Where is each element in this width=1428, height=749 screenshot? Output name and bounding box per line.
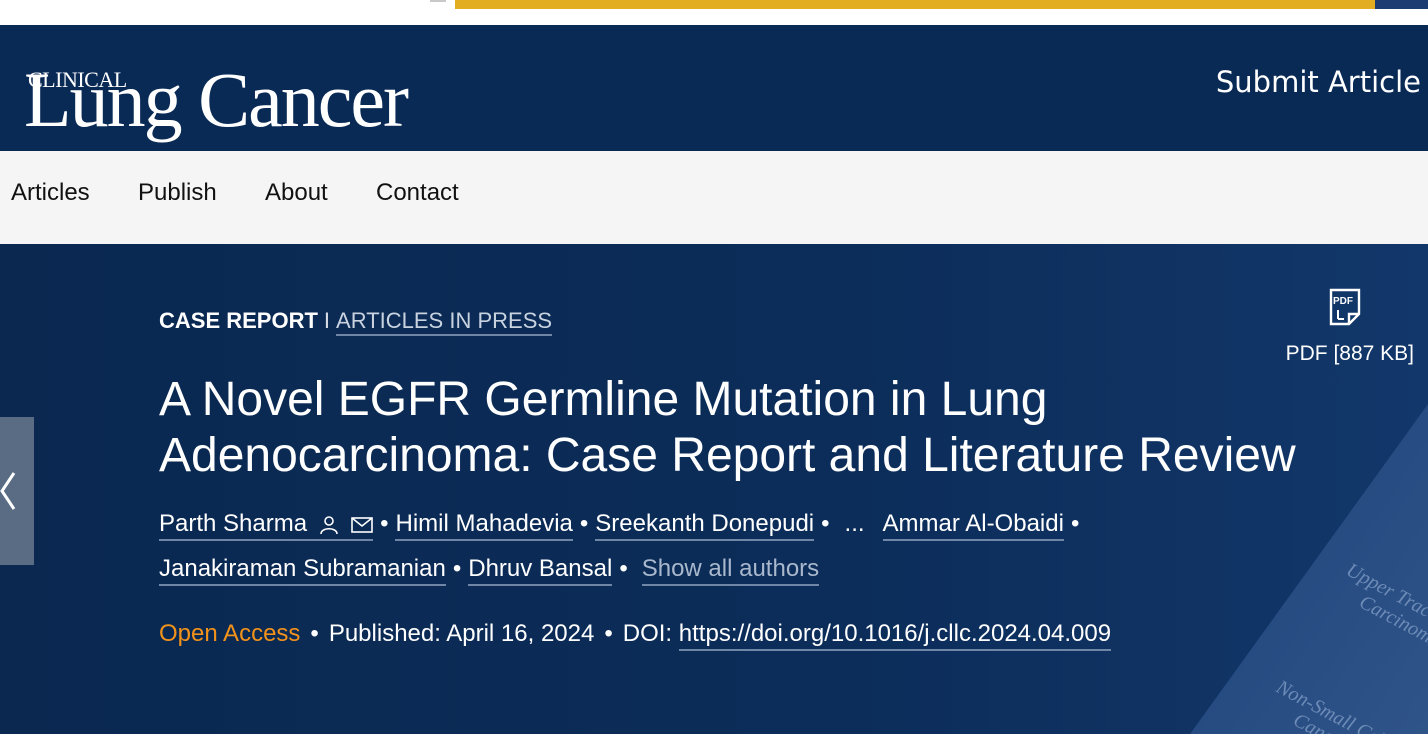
author-link[interactable]: Janakiraman Subramanian: [159, 555, 446, 586]
article-title: A Novel EGFR Germline Mutation in Lung A…: [159, 373, 1296, 482]
author-separator: •: [1070, 510, 1080, 537]
articles-in-press-link[interactable]: ARTICLES IN PRESS: [336, 308, 553, 336]
chevron-left-icon: [0, 472, 16, 510]
journal-logo[interactable]: CLINICAL Lung Cancer: [14, 47, 409, 139]
main-nav: Articles Publish About Contact: [0, 151, 1428, 244]
show-all-authors-link[interactable]: Show all authors: [641, 555, 820, 586]
nav-item-about[interactable]: About: [265, 179, 328, 207]
author-name: Parth Sharma: [159, 510, 308, 537]
author-separator: •: [821, 510, 830, 537]
author-link[interactable]: Parth Sharma: [159, 510, 374, 541]
article-category: CASE REPORT I ARTICLES IN PRESS: [159, 308, 553, 336]
pdf-icon-text: PDF: [1333, 296, 1353, 307]
mail-icon: [351, 517, 373, 534]
publish-date: Published: April 16, 2024: [328, 620, 595, 647]
doi-label: DOI:: [622, 620, 673, 647]
ad-banner[interactable]: [455, 0, 1375, 9]
meta-separator: •: [310, 620, 319, 647]
author-link[interactable]: Ammar Al-Obaidi: [882, 510, 1064, 541]
author-separator: •: [380, 510, 389, 537]
previous-article-button[interactable]: [0, 417, 34, 565]
logo-large-text: Lung Cancer: [24, 56, 409, 143]
meta-separator: •: [604, 620, 613, 647]
person-icon: [320, 516, 338, 535]
article-header: Upper Tract Carcinoma, Non-Small Cell Lu…: [0, 244, 1428, 734]
page-below: [0, 734, 1428, 749]
journal-header: CLINICAL Lung Cancer Submit Article: [0, 25, 1428, 151]
submit-article-link[interactable]: Submit Article: [1216, 65, 1421, 99]
author-contact-icons: [319, 511, 373, 539]
nav-item-publish[interactable]: Publish: [138, 179, 217, 207]
author-list-line-2: Janakiraman Subramanian • Dhruv Bansal • Sho…: [159, 555, 820, 586]
author-link[interactable]: Himil Mahadevia: [395, 510, 573, 541]
open-access-label: Open Access: [159, 620, 301, 647]
article-type: CASE REPORT: [159, 308, 318, 333]
authors-ellipsis: ...: [844, 510, 865, 537]
author-list-line-1: Parth Sharma • Himil Mahadevia • Sreekanth D…: [159, 510, 1086, 541]
doi-link[interactable]: https://doi.org/10.1016/j.cllc.2024.04.0…: [678, 620, 1112, 651]
author-separator: •: [452, 555, 462, 582]
nav-item-articles[interactable]: Articles: [11, 179, 90, 207]
author-separator: •: [619, 555, 628, 582]
author-link[interactable]: Dhruv Bansal: [468, 555, 613, 586]
article-meta: Open Access • Published: April 16, 2024 • DO…: [159, 620, 1112, 651]
author-link[interactable]: Sreekanth Donepudi: [595, 510, 815, 541]
nav-item-contact[interactable]: Contact: [376, 179, 459, 207]
ad-banner-end[interactable]: [1375, 0, 1428, 9]
category-separator: I: [323, 308, 331, 333]
pdf-download-button[interactable]: PDF PDF [887 KB]: [1274, 288, 1414, 374]
strip-mark: [430, 0, 446, 2]
top-ad-strip: [0, 0, 1428, 25]
pdf-icon: PDF: [1329, 288, 1361, 326]
pdf-label: PDF [887 KB]: [1285, 342, 1414, 365]
author-separator: •: [579, 510, 589, 537]
